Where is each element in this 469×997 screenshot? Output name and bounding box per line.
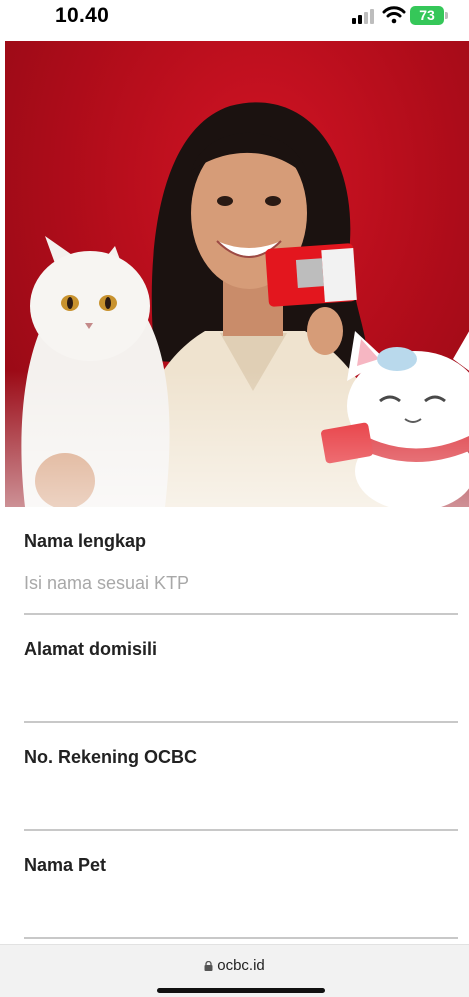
url-domain: ocbc.id (217, 957, 265, 974)
account-number-field: No. Rekening OCBC (24, 723, 458, 831)
pet-name-input[interactable] (24, 893, 458, 921)
status-time: 10.40 (55, 4, 110, 27)
hero-illustration (5, 102, 469, 507)
full-name-label: Nama lengkap (24, 531, 147, 551)
account-number-input[interactable] (24, 785, 458, 813)
pet-name-label: Nama Pet (24, 855, 107, 875)
pet-name-field: Nama Pet (24, 831, 458, 939)
home-indicator[interactable] (157, 988, 325, 993)
account-number-label: No. Rekening OCBC (24, 747, 198, 767)
cellular-signal-icon (352, 8, 376, 24)
pet-name-underline (24, 937, 458, 939)
full-name-input[interactable] (24, 569, 458, 597)
hero-banner-image (5, 41, 469, 507)
full-name-field: Nama lengkap (24, 507, 458, 615)
status-bar: 10.40 73 (0, 0, 469, 36)
address-input[interactable] (24, 677, 458, 705)
address-field: Alamat domisili (24, 615, 458, 723)
wifi-icon (382, 6, 406, 24)
lock-icon (204, 961, 213, 971)
battery-cap (445, 12, 448, 19)
url-display[interactable]: ocbc.id (0, 957, 469, 974)
battery-icon: 73 (410, 6, 444, 25)
battery-level: 73 (419, 7, 435, 23)
address-label: Alamat domisili (24, 639, 158, 659)
